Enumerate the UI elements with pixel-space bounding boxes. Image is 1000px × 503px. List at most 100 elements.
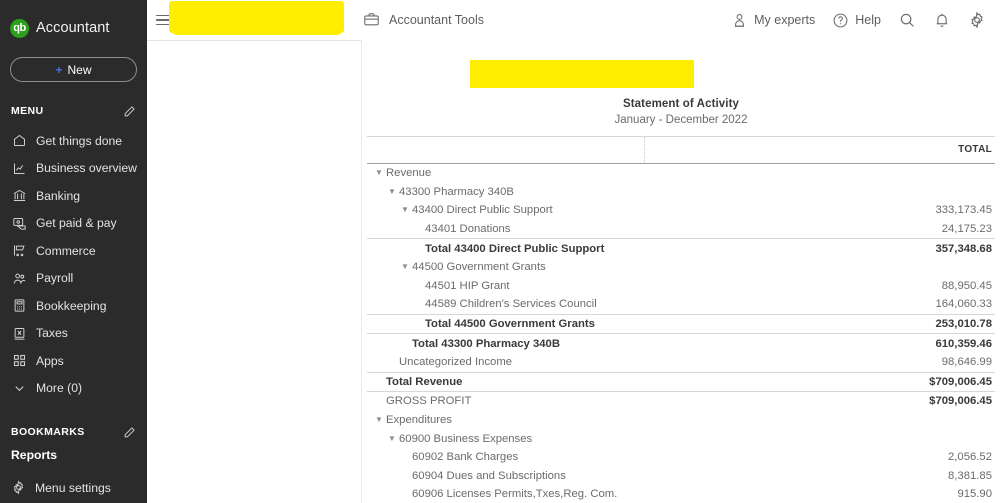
menu-settings-button[interactable]: Menu settings [0,480,147,495]
collapse-caret-icon[interactable]: ▼ [388,434,397,443]
report-table-body: ▼ Revenue ▼ 43300 Pharmacy 340B ▼ 43400 Direc… [367,164,995,503]
sidebar-item-business-overview[interactable]: Business overview [0,155,147,183]
table-row[interactable]: ▼Total Revenue$709,006.45 [367,371,995,392]
calculator-icon [11,298,27,314]
my-experts-label: My experts [754,13,816,27]
table-row[interactable]: ▼Uncategorized Income98,646.99 [367,353,995,372]
report-panel: Statement of Activity January - December… [362,40,1000,503]
row-label: 60902 Bank Charges [412,451,519,464]
table-row[interactable]: ▼ Expenditures [367,411,995,430]
table-row[interactable]: ▼Total 43400 Direct Public Support357,34… [367,238,995,258]
quickbooks-app: qb Accountant + New MENU Get things done… [0,0,1000,503]
accountant-tools-label: Accountant Tools [389,12,484,27]
sidebar-item-label: More (0) [36,381,83,396]
sidebar-item-taxes[interactable]: Taxes [0,320,147,348]
bank-icon [11,188,27,204]
report-title: Statement of Activity [622,98,740,110]
cart-icon [11,243,27,259]
sidebar-item-get-things-done[interactable]: Get things done [0,127,147,155]
collapse-caret-icon[interactable]: ▼ [388,187,397,196]
my-experts-button[interactable]: My experts [731,12,815,29]
row-label: 44589 Children's Services Council [425,298,597,311]
row-amount: 88,950.45 [941,279,992,292]
table-row[interactable]: ▼60902 Bank Charges2,056.52 [367,448,995,467]
column-header-total: TOTAL [958,144,992,155]
row-amount: 8,381.85 [948,469,992,482]
row-label: Uncategorized Income [399,356,513,369]
sidebar-item-apps[interactable]: Apps [0,347,147,375]
row-amount: 253,010.78 [935,318,992,331]
brand-name: Accountant [36,20,110,36]
help-label: Help [855,13,881,27]
briefcase-icon [363,11,380,28]
new-button[interactable]: + New [10,57,137,82]
search-button[interactable] [898,11,916,29]
pencil-icon[interactable] [123,105,136,118]
table-row[interactable]: ▼44589 Children's Services Council164,06… [367,295,995,314]
gear-icon [968,11,986,29]
menu-section-header: MENU [0,101,147,121]
row-amount: 333,173.45 [935,204,992,217]
invoice-icon [11,215,27,231]
sidebar-item-label: Taxes [36,326,68,341]
bookmarks-section-title: BOOKMARKS [11,426,85,438]
table-row[interactable]: ▼ 43400 Direct Public Support 333,173.45 [367,201,995,220]
row-amount: 915.90 [957,488,992,501]
sidebar-item-banking[interactable]: Banking [0,182,147,210]
row-label: Total 43400 Direct Public Support [425,242,605,255]
collapse-caret-icon[interactable]: ▼ [375,416,384,424]
help-button[interactable]: Help [832,12,881,29]
row-amount: 24,175.23 [941,223,992,236]
person-expert-icon [731,12,748,29]
quickbooks-logo-icon: qb [10,18,29,38]
row-label: Total 44500 Government Grants [425,318,595,331]
settings-button[interactable] [968,11,986,29]
sidebar-item-commerce[interactable]: Commerce [0,237,147,265]
table-row[interactable]: ▼ 43300 Pharmacy 340B [367,183,995,202]
row-label: 43300 Pharmacy 340B [399,185,514,198]
table-row[interactable]: ▼GROSS PROFIT$709,006.45 [367,391,995,411]
row-label: Total 43300 Pharmacy 340B [412,337,560,350]
row-amount: 357,348.68 [935,242,992,255]
sidebar-item-bookkeeping[interactable]: Bookkeeping [0,292,147,320]
row-amount: 2,056.52 [948,451,992,464]
people-icon [11,270,27,286]
sidebar-nav: Get things done Business overview Bankin… [0,127,147,402]
table-row[interactable]: ▼43401 Donations24,175.23 [367,220,995,239]
sidebar-item-label: Apps [36,353,64,368]
sidebar-item-label: Banking [36,188,81,203]
table-row[interactable]: ▼ 44500 Government Grants [367,258,995,277]
collapse-caret-icon[interactable]: ▼ [375,169,384,177]
collapse-caret-icon[interactable]: ▼ [401,263,410,271]
chevron-down-icon [11,380,27,396]
sidebar-item-label: Bookkeeping [36,298,107,313]
bookmark-item-reports[interactable]: Reports [0,442,147,468]
table-row[interactable]: ▼ Revenue [367,164,995,183]
table-row[interactable]: ▼44501 HIP Grant88,950.45 [367,277,995,296]
table-row[interactable]: ▼ 60900 Business Expenses [367,429,995,448]
home-icon [11,133,27,149]
row-label: Total Revenue [386,375,463,388]
new-button-label: New [67,62,92,77]
row-label: GROSS PROFIT [386,395,472,408]
report-date-range: January - December 2022 [614,114,748,126]
sidebar-item-get-paid-and-pay[interactable]: Get paid & pay [0,210,147,238]
brand[interactable]: qb Accountant [0,0,147,44]
sidebar-item-more[interactable]: More (0) [0,375,147,403]
table-row[interactable]: ▼Total 43300 Pharmacy 340B610,359.46 [367,333,995,353]
accountant-tools-button[interactable]: Accountant Tools [363,11,484,28]
bell-icon [933,11,951,29]
notifications-button[interactable] [933,11,951,29]
plus-icon: + [55,62,63,77]
table-row[interactable]: ▼Total 44500 Government Grants253,010.78 [367,313,995,334]
main-area: Accountant Tools My experts Help Stateme… [147,0,1000,503]
table-row[interactable]: ▼60904 Dues and Subscriptions8,381.85 [367,467,995,486]
collapse-caret-icon[interactable]: ▼ [401,206,410,214]
table-row[interactable]: ▼60906 Licenses Permits,Txes,Reg. Com.91… [367,485,995,503]
pencil-icon[interactable] [123,426,136,439]
row-label: 60904 Dues and Subscriptions [412,469,566,482]
row-label: 44500 Government Grants [412,261,546,274]
sidebar-item-payroll[interactable]: Payroll [0,265,147,293]
row-amount: 164,060.33 [935,298,992,311]
report-table-header: TOTAL [367,136,995,164]
